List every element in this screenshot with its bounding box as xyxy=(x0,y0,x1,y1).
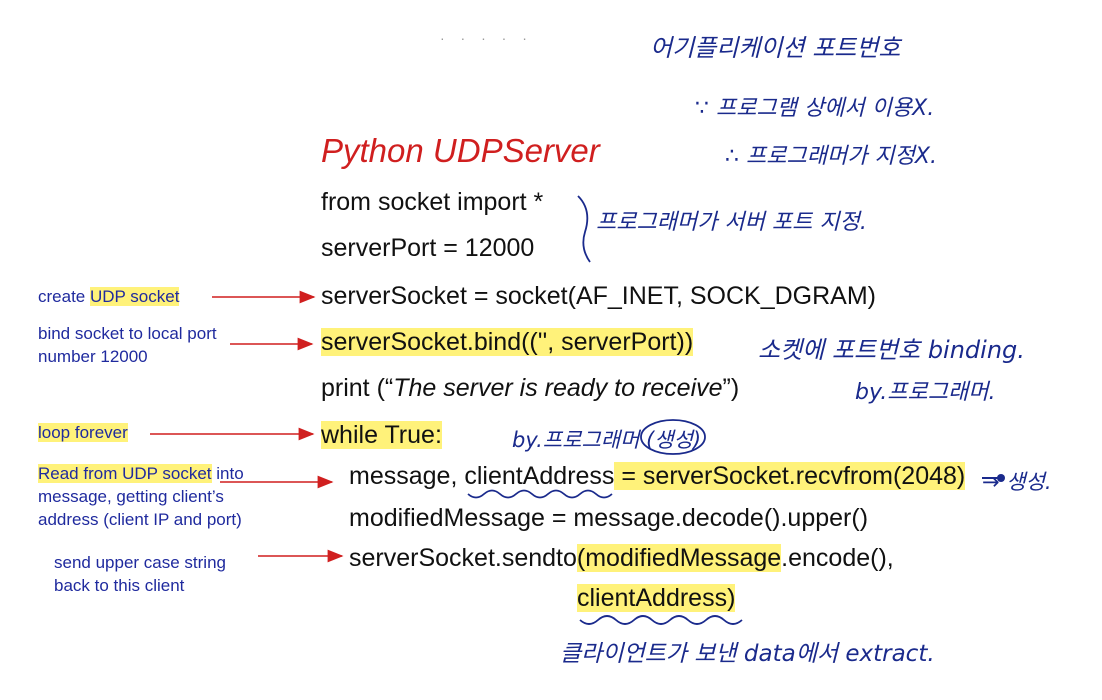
squiggle-client-address xyxy=(467,489,613,499)
recv-note-dot xyxy=(997,474,1005,482)
squiggle-client-address-arg xyxy=(579,615,743,625)
annotation-overlay xyxy=(150,195,1005,625)
circle-created xyxy=(640,419,706,455)
brace-port-note xyxy=(577,195,591,263)
